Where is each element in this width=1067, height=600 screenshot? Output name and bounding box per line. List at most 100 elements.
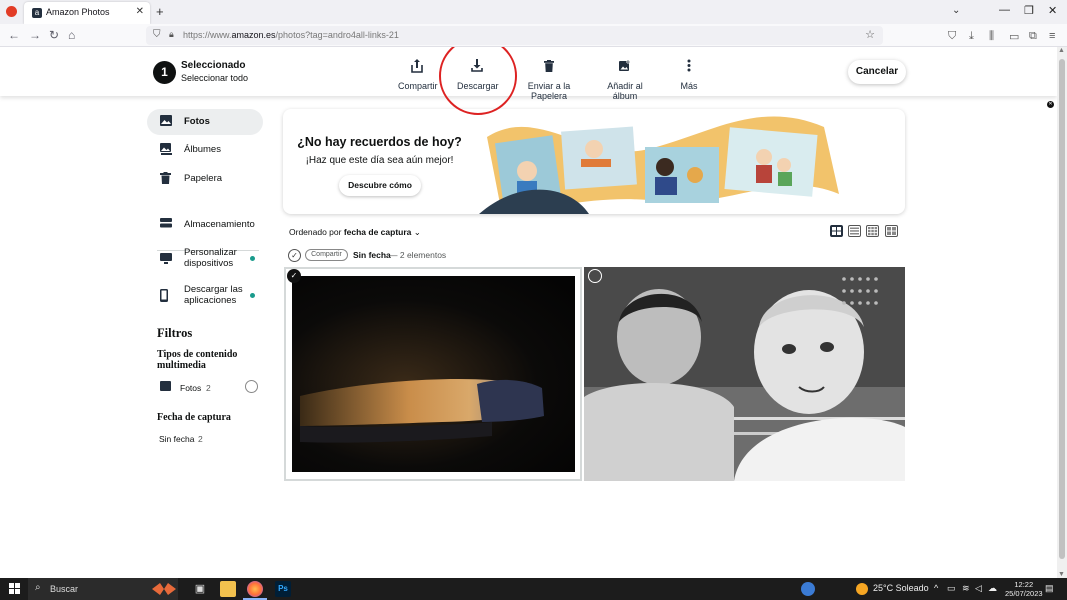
volume-icon[interactable]: ◁ — [975, 583, 982, 594]
filters-title: Filtros — [157, 326, 193, 340]
group-select-checkbox[interactable]: ✓ — [288, 249, 301, 262]
network-icon[interactable]: ▭ — [947, 583, 956, 594]
highlight-annotation-circle — [439, 47, 517, 115]
filter-photos-label[interactable]: Fotos — [180, 383, 201, 393]
browser-tab[interactable]: a Amazon Photos ✕ — [24, 2, 150, 24]
url-bar[interactable]: ⛉ 🔒︎ https://www.amazon.es/photos?tag=an… — [146, 26, 883, 45]
clock-date: 25/07/2023 — [1005, 589, 1043, 598]
minimize-icon[interactable]: — — [999, 4, 1010, 16]
view-list-button[interactable] — [848, 225, 861, 237]
cancel-button[interactable]: Cancelar — [848, 60, 906, 84]
move-to-trash-button[interactable]: Enviar a la Papelera — [513, 59, 585, 101]
new-badge-dot — [250, 293, 255, 298]
photo-thumbnail[interactable] — [292, 276, 575, 472]
task-view-icon[interactable]: ▣ — [192, 581, 208, 597]
sidebar-item-albums[interactable]: Álbumes — [147, 137, 263, 163]
back-icon[interactable]: ← — [8, 28, 20, 42]
film-strip-illustration — [479, 116, 839, 214]
trash-label: Enviar a la Papelera — [527, 81, 571, 101]
downloads-icon[interactable]: ⤓ — [969, 30, 974, 43]
file-explorer-icon[interactable] — [220, 581, 236, 597]
forward-icon[interactable]: → — [29, 28, 41, 42]
scroll-thumb[interactable] — [1059, 59, 1065, 559]
discover-button[interactable]: Descubre cómo — [339, 175, 421, 196]
close-icon[interactable]: ✕ — [1047, 101, 1054, 108]
clock-time: 12:22 — [1014, 580, 1034, 589]
boxing-photo-image — [584, 267, 905, 481]
photo-select-circle[interactable] — [588, 269, 602, 283]
media-type-heading: Tipos de contenido multimedia — [157, 349, 238, 371]
view-large-grid-button[interactable] — [830, 225, 843, 237]
share-label: Compartir — [398, 81, 438, 91]
search-icon: ⌕ — [35, 582, 41, 593]
wifi-icon[interactable]: ≋ — [962, 583, 970, 594]
filter-no-date-label[interactable]: Sin fecha — [159, 434, 194, 444]
menu-icon[interactable]: ≡ — [1049, 30, 1055, 42]
notifications-icon[interactable]: ▤ — [1045, 583, 1054, 594]
sidebar-item-customize-devices[interactable]: Personalizar dispositivos — [147, 243, 263, 273]
tray-chevron-icon[interactable]: ^ — [934, 583, 938, 593]
lock-icon[interactable]: 🔒︎ — [169, 29, 174, 40]
tracking-shield-icon[interactable]: ⛉ — [153, 29, 161, 40]
photo-tile[interactable] — [584, 267, 905, 481]
phone-edge-image — [300, 378, 544, 443]
filter-photos-count: 2 — [206, 383, 211, 393]
help-icon[interactable] — [801, 582, 815, 596]
date-heading: Fecha de captura — [157, 412, 231, 423]
group-meta: — 2 elementos — [389, 250, 447, 260]
sidebar-item-label: Papelera — [184, 173, 223, 184]
more-label: Más — [680, 81, 698, 91]
group-title: Sin fecha — [353, 250, 391, 260]
sidebar-item-download-apps[interactable]: Descargar las aplicaciones — [147, 280, 263, 310]
sidebar-toggle-icon[interactable]: ▭ — [1009, 30, 1019, 43]
maximize-icon[interactable]: ❐ — [1024, 4, 1034, 17]
filter-photos-radio[interactable] — [245, 380, 258, 393]
windows-taskbar: ⌕ Buscar ▣ Ps 25°C Soleado ^ ▭ ≋ ◁ ☁ 12:… — [0, 578, 1067, 600]
banner-subtitle: ¡Haz que este día sea aún mejor! — [305, 155, 454, 166]
photos-icon — [160, 381, 171, 391]
taskbar-clock[interactable]: 12:22 25/07/2023 — [1005, 580, 1043, 598]
scroll-up-icon[interactable]: ▲ — [1058, 47, 1065, 54]
windows-start-icon[interactable] — [9, 583, 20, 594]
sidebar-item-photos[interactable]: Fotos — [147, 109, 263, 135]
scroll-down-icon[interactable]: ▼ — [1058, 571, 1065, 578]
share-button[interactable]: Compartir — [398, 59, 438, 91]
more-button[interactable]: Más — [678, 59, 700, 91]
photo-selected-check-icon[interactable]: ✓ — [287, 269, 301, 283]
view-medium-grid-button[interactable] — [885, 225, 898, 237]
share-icon — [406, 59, 428, 77]
storage-icon — [160, 218, 172, 230]
photoshop-icon[interactable]: Ps — [275, 581, 291, 597]
sort-prefix: Ordenado por — [289, 227, 342, 237]
sidebar-item-trash[interactable]: Papelera — [147, 166, 263, 192]
search-highlight-icon — [150, 580, 178, 596]
group-share-button[interactable]: Compartir — [305, 249, 348, 261]
cloud-icon[interactable]: ☁ — [988, 583, 997, 594]
home-icon[interactable]: ⌂ — [68, 28, 75, 42]
more-icon — [678, 59, 700, 77]
weather-text[interactable]: 25°C Soleado — [873, 583, 929, 593]
extensions-icon[interactable]: ⧉ — [1029, 30, 1037, 43]
close-tab-icon[interactable]: ✕ — [136, 6, 144, 17]
tab-list-chevron-icon[interactable]: ⌄ — [952, 5, 960, 16]
selected-count-badge: 1 — [153, 61, 176, 84]
new-badge-dot — [250, 256, 255, 261]
sidebar-item-storage[interactable]: Almacenamiento — [147, 212, 263, 238]
bookmark-star-icon[interactable]: ☆ — [865, 28, 875, 41]
view-small-grid-button[interactable] — [866, 225, 879, 237]
reload-icon[interactable]: ↻ — [49, 28, 59, 42]
firefox-taskbar-icon[interactable] — [247, 581, 263, 597]
pocket-icon[interactable]: ⛉ — [948, 30, 956, 43]
sidebar-item-label: Álbumes — [184, 144, 221, 155]
page-scrollbar[interactable]: ▲ ▼ — [1057, 47, 1067, 578]
url-text[interactable]: https://www.amazon.es/photos?tag=andro4a… — [183, 30, 399, 40]
select-all-link[interactable]: Seleccionar todo — [181, 73, 248, 83]
sort-control[interactable]: Ordenado por fecha de captura ⌄ — [289, 227, 421, 238]
new-tab-button[interactable]: + — [156, 4, 164, 19]
close-window-icon[interactable]: ✕ — [1048, 4, 1057, 17]
device-icon — [160, 253, 172, 265]
library-icon[interactable]: ⫼ — [989, 30, 994, 43]
page: Fotos Álbumes Papelera Almacenamiento Pe… — [0, 47, 1057, 578]
add-to-album-button[interactable]: Añadir al álbum — [596, 59, 654, 101]
trash-icon — [160, 172, 172, 184]
